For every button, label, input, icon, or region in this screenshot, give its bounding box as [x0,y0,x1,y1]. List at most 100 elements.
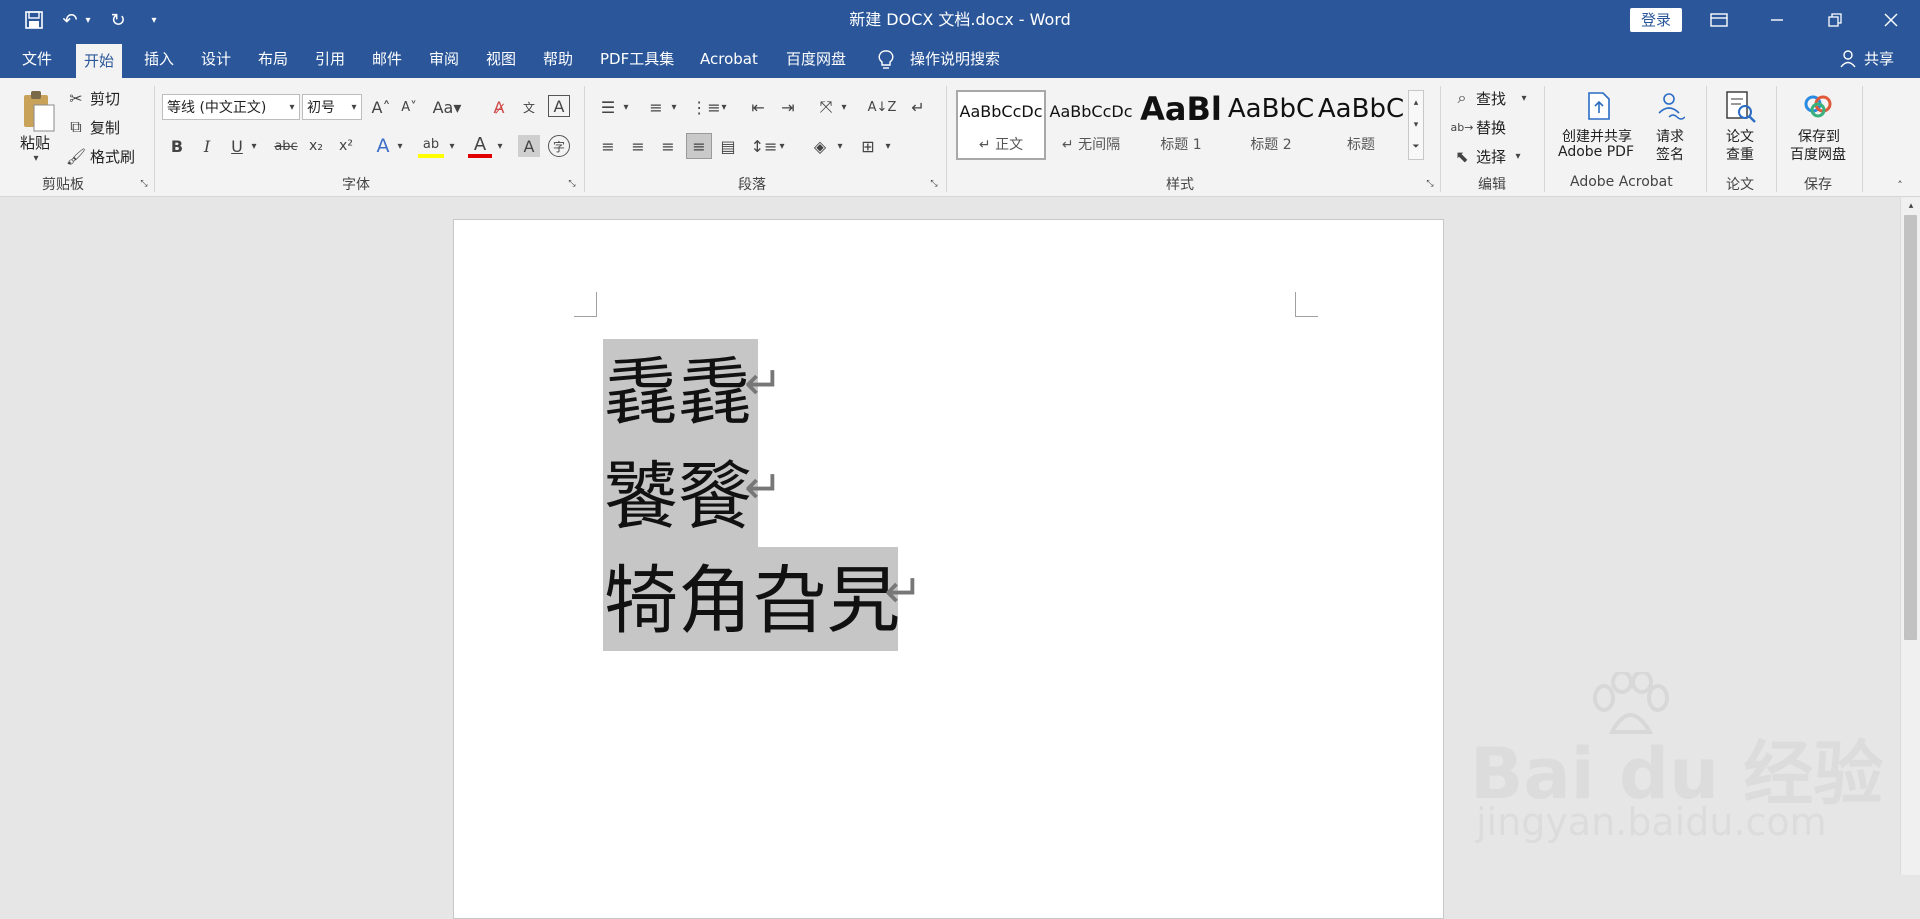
character-shading-icon[interactable]: A [518,135,540,157]
clipboard-launcher-icon[interactable]: ⤡ [138,178,150,190]
tab-view[interactable]: 视图 [478,40,524,78]
document-line-2[interactable]: 饕餮 [604,452,752,542]
superscript-icon[interactable]: x² [334,135,358,157]
font-name-select[interactable]: 等线 (中文正文) [162,94,300,120]
create-share-pdf-label-1[interactable]: 创建并共享 [1562,126,1632,146]
style-normal[interactable]: AaBbCcDc ↵ 正文 [957,90,1045,158]
styles-more-icon[interactable]: ⏷ [1409,137,1423,157]
strikethrough-icon[interactable]: abc [272,135,300,157]
find-dropdown-icon[interactable]: ▾ [1518,88,1530,108]
enclose-characters-icon[interactable]: 字 [548,135,570,157]
shading-icon[interactable]: ◈ [808,135,832,157]
font-name-dropdown-icon[interactable]: ▾ [286,98,298,116]
share-button[interactable]: 共享 [1856,40,1902,78]
document-line-1[interactable]: 毳毳 [604,348,752,438]
tab-mailings[interactable]: 邮件 [364,40,410,78]
chinese-layout-dropdown-icon[interactable]: ▾ [838,96,850,118]
bold-icon[interactable]: B [166,135,188,157]
justify-icon[interactable]: ≡ [686,133,712,159]
tell-me-search[interactable]: 操作说明搜索 [902,40,1008,78]
align-left-icon[interactable]: ≡ [596,135,620,157]
select-button[interactable]: 选择 [1476,146,1506,167]
align-right-icon[interactable]: ≡ [656,135,680,157]
scroll-up-icon[interactable]: ▴ [1903,199,1919,213]
numbering-dropdown-icon[interactable]: ▾ [668,96,680,118]
cut-button[interactable]: 剪切 [90,88,120,109]
copy-button[interactable]: 复制 [90,117,120,138]
tab-acrobat[interactable]: Acrobat [692,40,766,78]
style-title[interactable]: AaBbC 标题 [1317,90,1405,158]
style-heading-2[interactable]: AaBbC 标题 2 [1227,90,1315,158]
underline-dropdown-icon[interactable]: ▾ [248,135,260,157]
highlight-dropdown-icon[interactable]: ▾ [446,135,458,157]
scroll-thumb[interactable] [1904,215,1917,640]
create-share-pdf-label-2[interactable]: Adobe PDF [1558,144,1634,160]
character-border-icon[interactable]: A [548,95,570,117]
tab-pdf-tools[interactable]: PDF工具集 [592,40,682,78]
phonetic-guide-icon[interactable]: 文 [518,96,540,118]
request-signature-label-1[interactable]: 请求 [1656,126,1684,146]
save-to-baidu-label-1[interactable]: 保存到 [1798,126,1840,146]
login-button[interactable]: 登录 [1630,8,1682,32]
minimize-icon[interactable] [1748,0,1806,40]
paste-dropdown-icon[interactable]: ▾ [30,152,42,164]
decrease-indent-icon[interactable]: ⇤ [746,96,770,118]
style-no-spacing[interactable]: AaBbCcDc ↵ 无间隔 [1047,90,1135,158]
save-icon[interactable] [22,8,46,32]
italic-icon[interactable]: I [196,135,218,157]
undo-icon[interactable]: ↶ [58,8,82,32]
sort-icon[interactable]: A↓Z [868,96,897,118]
font-color-icon[interactable]: A [468,134,492,158]
line-spacing-icon[interactable]: ↕≡ [751,135,778,157]
tab-design[interactable]: 设计 [193,40,239,78]
chinese-layout-icon[interactable]: ⤧ [814,96,838,118]
find-button[interactable]: 查找 [1476,88,1506,109]
tab-help[interactable]: 帮助 [535,40,581,78]
undo-dropdown-icon[interactable]: ▾ [82,8,94,32]
numbering-icon[interactable]: ≡ [644,96,668,118]
paste-icon[interactable] [18,88,58,134]
document-page[interactable]: 毳毳 ↵ 饕餮 ↵ 犄角旮旯 ↵ [453,219,1444,919]
multilevel-dropdown-icon[interactable]: ▾ [718,96,730,118]
style-heading-1[interactable]: AaBl 标题 1 [1137,90,1225,158]
line-spacing-dropdown-icon[interactable]: ▾ [776,135,788,157]
paper-check-label-2[interactable]: 查重 [1726,144,1754,164]
ribbon-display-options-icon[interactable] [1690,0,1748,40]
paper-check-label-1[interactable]: 论文 [1726,126,1754,146]
format-painter-button[interactable]: 格式刷 [90,146,135,167]
document-line-3[interactable]: 犄角旮旯 [604,556,900,646]
font-color-dropdown-icon[interactable]: ▾ [494,135,506,157]
distributed-icon[interactable]: ▤ [716,135,740,157]
paragraph-launcher-icon[interactable]: ⤡ [928,178,940,190]
show-marks-icon[interactable]: ↵ [906,96,930,118]
replace-button[interactable]: 替换 [1476,117,1506,138]
bullets-icon[interactable]: ☰ [596,96,620,118]
highlight-icon[interactable]: ab [418,134,444,158]
change-case-icon[interactable]: Aa▾ [432,96,462,118]
restore-icon[interactable] [1806,0,1864,40]
styles-scroll-up-icon[interactable]: ▴ [1409,93,1423,113]
font-launcher-icon[interactable]: ⤡ [566,178,578,190]
borders-icon[interactable]: ⊞ [856,135,880,157]
tab-file[interactable]: 文件 [14,40,60,78]
tab-insert[interactable]: 插入 [136,40,182,78]
close-icon[interactable] [1862,0,1920,40]
shrink-font-icon[interactable]: A˅ [398,96,420,118]
tab-layout[interactable]: 布局 [250,40,296,78]
tab-review[interactable]: 审阅 [421,40,467,78]
bullets-dropdown-icon[interactable]: ▾ [620,96,632,118]
collapse-ribbon-icon[interactable]: ˄ [1892,178,1908,192]
multilevel-list-icon[interactable]: ⋮≡ [691,96,720,118]
shading-dropdown-icon[interactable]: ▾ [834,135,846,157]
align-center-icon[interactable]: ≡ [626,135,650,157]
font-size-dropdown-icon[interactable]: ▾ [348,98,360,116]
paste-label[interactable]: 粘贴 [20,132,50,153]
underline-icon[interactable]: U [226,135,248,157]
text-effects-dropdown-icon[interactable]: ▾ [394,135,406,157]
styles-launcher-icon[interactable]: ⤡ [1424,178,1436,190]
customize-qat-icon[interactable]: ▾ [142,8,166,32]
request-signature-label-2[interactable]: 签名 [1656,144,1684,164]
select-dropdown-icon[interactable]: ▾ [1512,146,1524,166]
increase-indent-icon[interactable]: ⇥ [776,96,800,118]
subscript-icon[interactable]: x₂ [304,135,328,157]
